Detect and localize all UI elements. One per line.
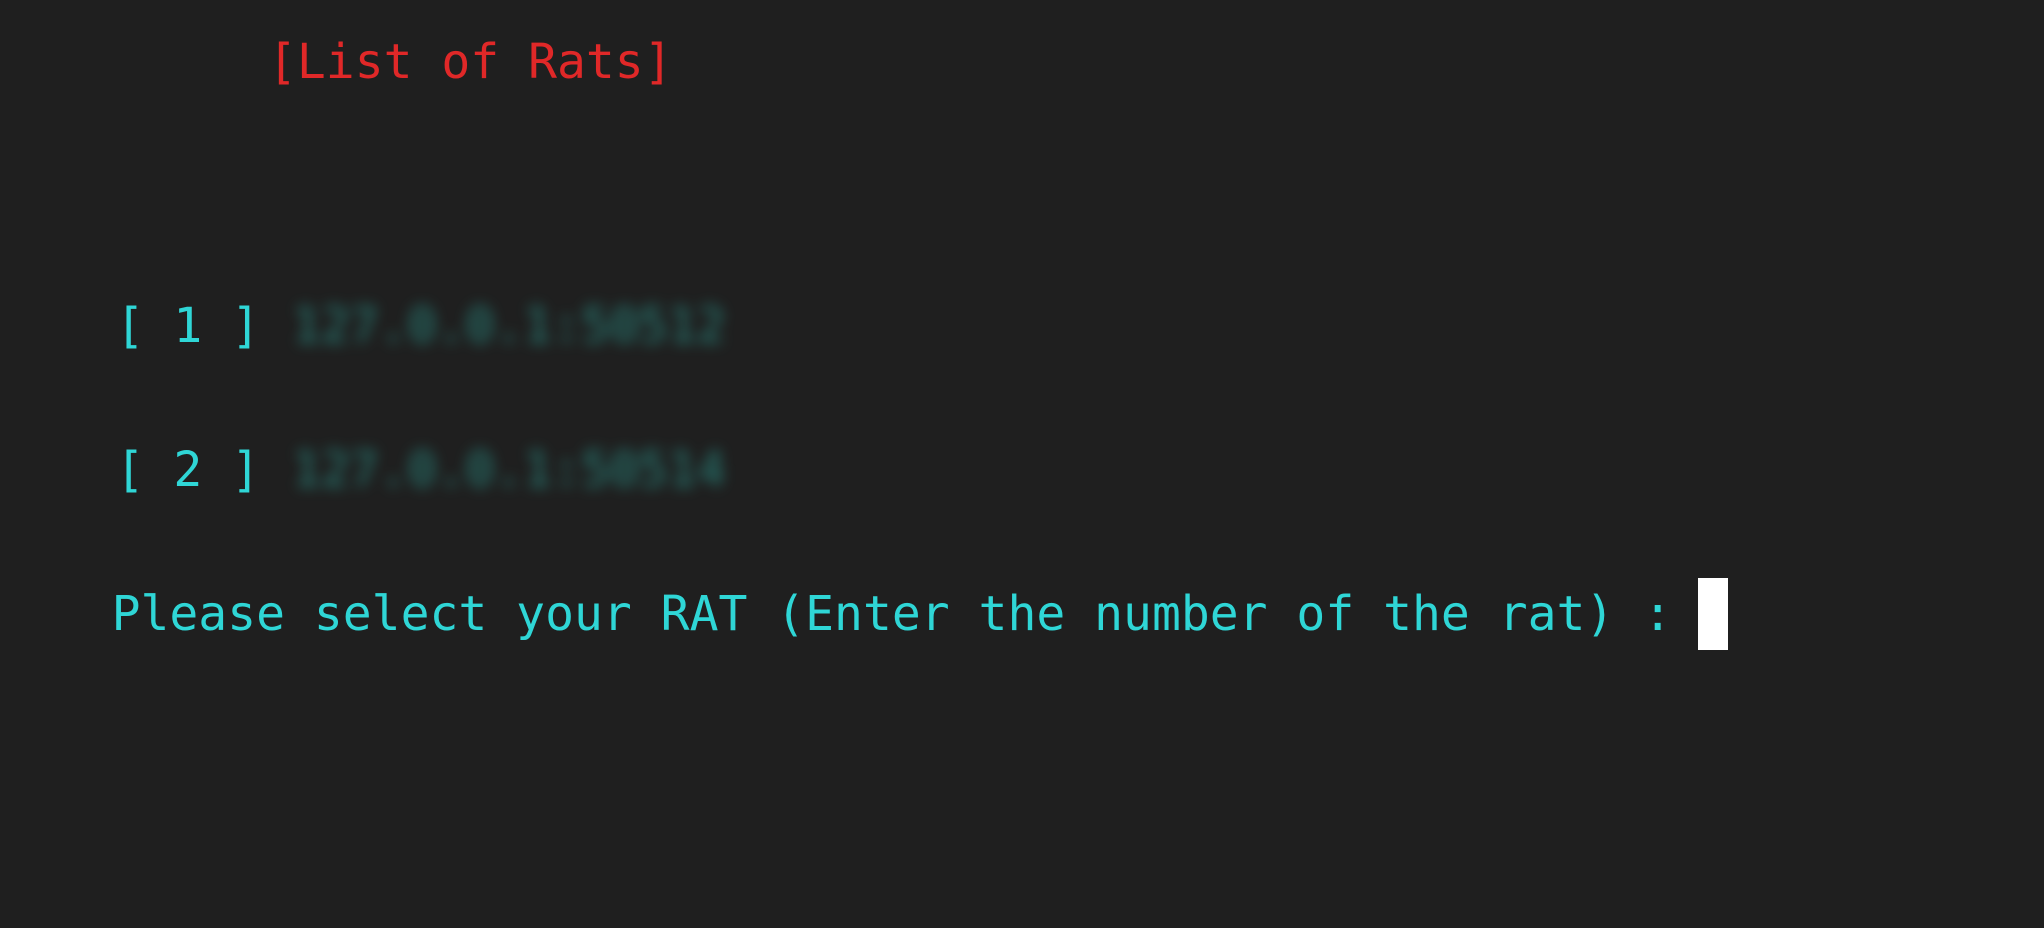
input-cursor[interactable] (1698, 578, 1729, 650)
rat-index: [ 2 ] (115, 442, 261, 498)
rat-list-item: [ 2 ] 127.0.0.1:50514 (0, 398, 726, 542)
rat-address-blurred: 127.0.0.1:50512 (292, 298, 726, 354)
selection-prompt-line: Please select your RAT (Enter the number… (0, 542, 1729, 698)
selection-prompt: Please select your RAT (Enter the number… (111, 586, 1673, 642)
rat-list-item: [ 1 ] 127.0.0.1:50512 (0, 254, 726, 398)
rat-index: [ 1 ] (115, 298, 261, 354)
rat-address-blurred: 127.0.0.1:50514 (292, 442, 726, 498)
list-title: [List of Rats] (268, 34, 673, 90)
terminal-window: [List of Rats] [ 1 ] 127.0.0.1:50512 [ 2 … (0, 0, 2044, 928)
